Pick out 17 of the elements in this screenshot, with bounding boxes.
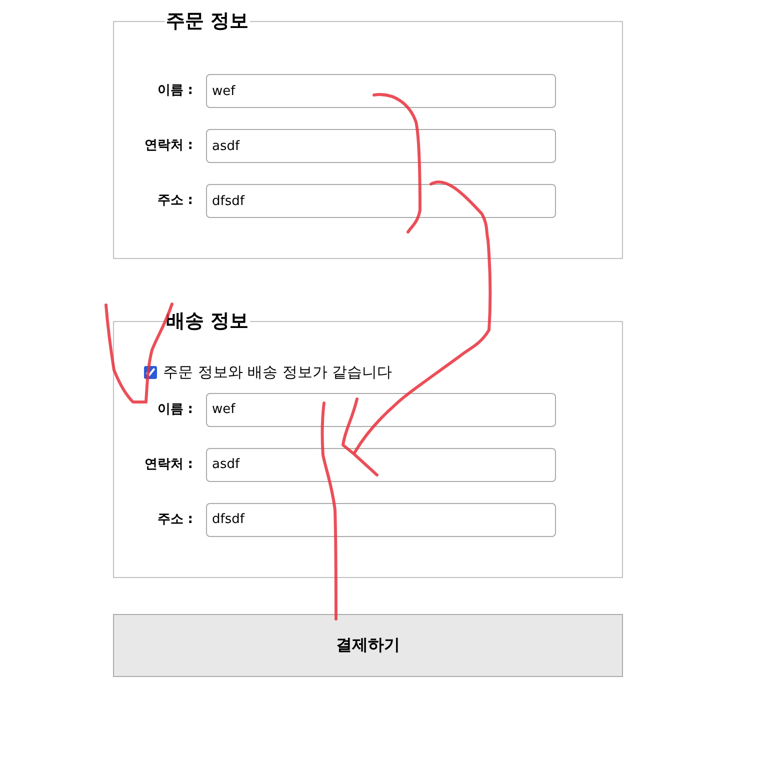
input-field[interactable]: dfsdf	[206, 502, 556, 536]
input-field[interactable]: wef	[206, 74, 556, 108]
field-label: 이름 :	[156, 400, 194, 419]
input-field[interactable]: dfsdf	[206, 184, 556, 218]
field-label: 주소 :	[156, 510, 194, 529]
input-field[interactable]: asdf	[206, 129, 556, 163]
pay-button[interactable]: 결제하기	[113, 614, 623, 676]
field-label: 주소 :	[156, 192, 194, 210]
input-field[interactable]: asdf	[206, 448, 556, 482]
section-title: 주문 정보	[165, 12, 250, 31]
field-label: 이름 :	[156, 82, 194, 100]
same-info-checkbox[interactable]	[144, 366, 157, 379]
section-title: 배송 정보	[165, 312, 250, 331]
checkbox-label: 주문 정보와 배송 정보가 같습니다	[163, 362, 392, 383]
field-label: 연락처 :	[143, 456, 194, 474]
input-field[interactable]: wef	[206, 392, 556, 426]
field-label: 연락처 :	[143, 137, 194, 156]
